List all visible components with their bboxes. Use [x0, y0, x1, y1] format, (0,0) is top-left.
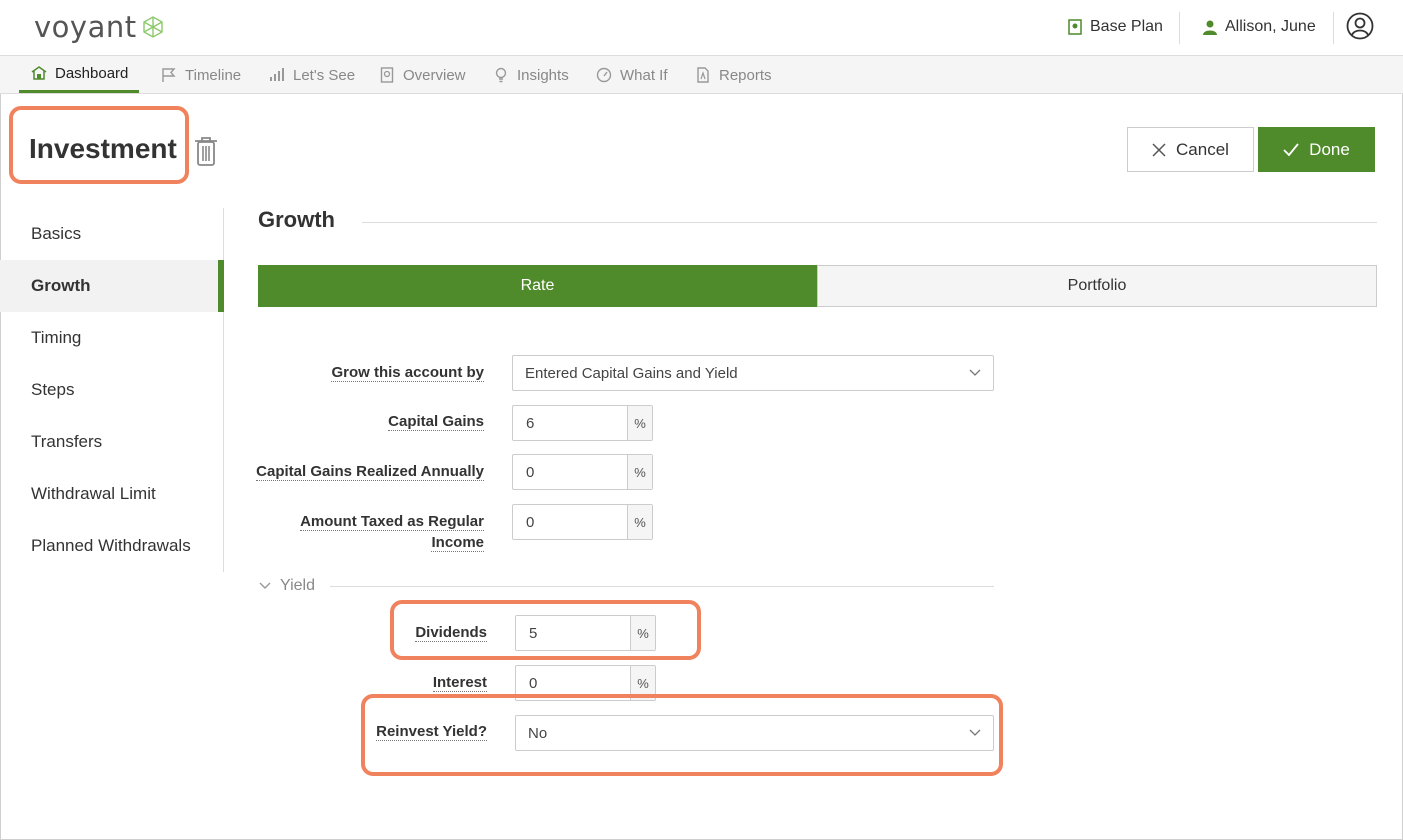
yield-title: Yield: [280, 577, 315, 594]
nav-label: What If: [620, 66, 668, 84]
percent-unit: %: [628, 406, 652, 440]
cg-realized-label: Capital Gains Realized Annually: [252, 461, 484, 482]
nav-lets-see[interactable]: Let's See: [269, 56, 355, 94]
pdf-icon: [697, 67, 709, 83]
done-button[interactable]: Done: [1258, 127, 1375, 172]
cancel-button[interactable]: Cancel: [1127, 127, 1254, 172]
nav-overview[interactable]: Overview: [379, 56, 466, 94]
interest-label: Interest: [261, 672, 487, 693]
capital-gains-input[interactable]: 6 %: [512, 405, 653, 441]
gauge-icon: [596, 67, 612, 83]
nav-label: Timeline: [185, 66, 242, 84]
capital-gains-label-text: Capital Gains: [388, 413, 484, 431]
grow-by-value: Entered Capital Gains and Yield: [525, 364, 738, 382]
dividends-label: Dividends: [261, 622, 487, 643]
nav-timeline[interactable]: Timeline: [161, 56, 241, 94]
taxed-regular-label: Amount Taxed as Regular Income: [258, 511, 484, 553]
nav-dashboard[interactable]: Dashboard: [19, 56, 140, 93]
nav-label: Dashboard: [55, 64, 129, 82]
interest-label-text: Interest: [432, 674, 487, 692]
tab-portfolio[interactable]: Portfolio: [817, 265, 1377, 307]
grow-by-label: Grow this account by: [258, 362, 484, 383]
brand-logo[interactable]: voyant: [34, 10, 137, 44]
capital-gains-value[interactable]: 6: [513, 406, 628, 440]
header-divider: [1333, 12, 1334, 44]
flag-icon: [162, 68, 176, 82]
section-sidebar: Basics Growth Timing Steps Transfers Wit…: [0, 208, 224, 572]
check-icon: [1283, 142, 1299, 156]
nav-label: Reports: [719, 66, 772, 84]
sidebar-item-steps[interactable]: Steps: [0, 364, 224, 416]
cancel-label: Cancel: [1176, 139, 1229, 159]
plan-document-icon: [1068, 19, 1082, 35]
header-divider: [1179, 12, 1180, 44]
nav-reports[interactable]: Reports: [695, 56, 772, 94]
tab-rate[interactable]: Rate: [258, 265, 817, 307]
page-title: Investment: [29, 133, 177, 164]
logo-mark-icon: [143, 16, 163, 38]
taxed-regular-value[interactable]: 0: [513, 505, 628, 539]
user-icon: [1203, 20, 1217, 35]
taxed-regular-label-line2: Income: [431, 534, 484, 552]
percent-unit: %: [628, 505, 652, 539]
cg-realized-label-text: Capital Gains Realized Annually: [256, 463, 484, 481]
sidebar-item-transfers[interactable]: Transfers: [0, 416, 224, 468]
nav-label: Insights: [517, 66, 569, 84]
dividends-value[interactable]: 5: [516, 616, 631, 650]
cg-realized-value[interactable]: 0: [513, 455, 628, 489]
section-title: Growth: [258, 207, 335, 232]
reinvest-yield-label-text: Reinvest Yield?: [376, 723, 487, 741]
taxed-regular-label-line1: Amount Taxed as Regular: [300, 513, 484, 531]
account-circle-icon[interactable]: [1346, 12, 1374, 40]
capital-gains-label: Capital Gains: [258, 411, 484, 432]
user-name: Allison, June: [1225, 18, 1316, 35]
close-icon: [1152, 142, 1166, 157]
dividends-label-text: Dividends: [415, 624, 487, 642]
grow-by-label-text: Grow this account by: [331, 364, 484, 382]
top-bar: voyant Base Plan Allison, June: [0, 0, 1403, 56]
chevron-down-icon: [969, 369, 981, 376]
lightbulb-icon: [495, 67, 507, 83]
document-icon: [380, 67, 394, 83]
nav-insights[interactable]: Insights: [493, 56, 569, 94]
percent-unit: %: [628, 455, 652, 489]
nav-label: Overview: [403, 66, 466, 84]
main-nav: Dashboard Timeline Let's See Overview In…: [0, 56, 1403, 94]
grow-by-select[interactable]: Entered Capital Gains and Yield: [512, 355, 994, 391]
plan-selector[interactable]: Base Plan: [1068, 18, 1163, 36]
nav-label: Let's See: [293, 66, 356, 84]
taxed-regular-input[interactable]: 0 %: [512, 504, 653, 540]
sidebar-item-growth[interactable]: Growth: [0, 260, 224, 312]
percent-unit: %: [631, 616, 655, 650]
chevron-down-icon: [259, 582, 271, 589]
yield-toggle[interactable]: Yield: [258, 577, 315, 595]
yield-divider: [330, 586, 994, 587]
plan-label: Base Plan: [1090, 18, 1163, 35]
sidebar-item-planned-withdrawals[interactable]: Planned Withdrawals: [0, 520, 224, 572]
trash-icon[interactable]: [194, 135, 218, 167]
cg-realized-input[interactable]: 0 %: [512, 454, 653, 490]
sidebar-item-withdrawal-limit[interactable]: Withdrawal Limit: [0, 468, 224, 520]
bar-chart-icon: [270, 68, 284, 81]
home-icon: [31, 66, 47, 80]
sidebar-item-basics[interactable]: Basics: [0, 208, 224, 260]
nav-what-if[interactable]: What If: [596, 56, 668, 94]
user-menu[interactable]: Allison, June: [1203, 18, 1316, 36]
sidebar-item-timing[interactable]: Timing: [0, 312, 224, 364]
section-divider: [362, 222, 1377, 223]
dividends-input[interactable]: 5 %: [515, 615, 656, 651]
reinvest-yield-label: Reinvest Yield?: [261, 721, 487, 742]
done-label: Done: [1309, 139, 1350, 159]
